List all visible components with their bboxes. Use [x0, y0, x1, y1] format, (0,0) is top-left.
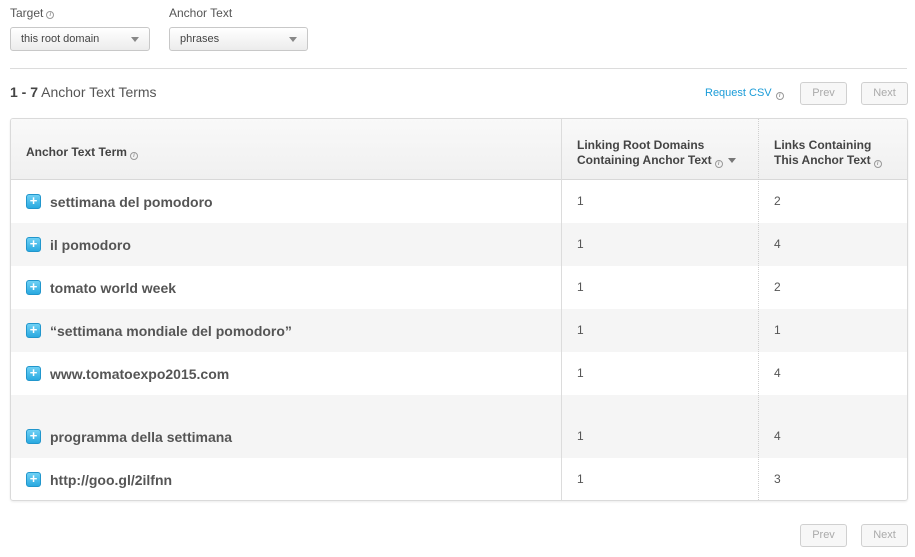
- target-label: Target i: [10, 6, 55, 20]
- linking-root-domains-value: 1: [577, 280, 584, 294]
- table-row: + “settimana mondiale del pomodoro” 1 1: [11, 309, 907, 352]
- links-containing-value: 2: [774, 194, 781, 208]
- anchor-text-term: “settimana mondiale del pomodoro”: [50, 323, 292, 339]
- next-button-top[interactable]: Next: [861, 82, 908, 105]
- expand-plus-icon[interactable]: +: [26, 237, 41, 252]
- anchor-text-label: Anchor Text: [169, 6, 233, 20]
- column-header-links-containing[interactable]: Links Containing This Anchor Text i: [774, 138, 882, 168]
- anchor-text-term: programma della settimana: [50, 429, 233, 445]
- anchor-text-term: il pomodoro: [50, 237, 131, 253]
- sort-descending-icon[interactable]: [727, 158, 736, 163]
- chevron-down-icon: [289, 37, 297, 42]
- prev-button-top[interactable]: Prev: [800, 82, 847, 105]
- links-containing-value: 4: [774, 237, 781, 251]
- table-row: + il pomodoro 1 4: [11, 223, 907, 266]
- linking-root-domains-value: 1: [577, 429, 584, 443]
- linking-root-domains-value: 1: [577, 194, 584, 208]
- links-containing-value: 1: [774, 323, 781, 337]
- prev-button-bottom[interactable]: Prev: [800, 524, 847, 547]
- links-containing-value: 3: [774, 472, 781, 486]
- links-containing-value: 2: [774, 280, 781, 294]
- expand-plus-icon[interactable]: +: [26, 429, 41, 444]
- links-containing-value: 4: [774, 429, 781, 443]
- column-divider: [758, 119, 759, 500]
- anchor-text-table: Anchor Text Term i Linking Root Domains C…: [10, 118, 908, 501]
- anchor-text-select[interactable]: phrases: [169, 27, 308, 51]
- request-csv-link[interactable]: Request CSV i: [705, 87, 784, 100]
- info-icon[interactable]: i: [775, 92, 784, 100]
- table-row: + settimana del pomodoro 1 2: [11, 180, 907, 223]
- table-row: + tomato world week 1 2: [11, 266, 907, 309]
- row-spacer: [11, 395, 907, 415]
- chevron-down-icon: [131, 37, 139, 42]
- anchor-text-term: settimana del pomodoro: [50, 194, 213, 210]
- anchor-text-term: http://goo.gl/2ilfnn: [50, 472, 173, 488]
- info-icon[interactable]: i: [46, 11, 55, 19]
- table-row: + programma della settimana 1 4: [11, 415, 907, 458]
- column-header-linking-root-domains[interactable]: Linking Root Domains Containing Anchor T…: [577, 138, 736, 168]
- linking-root-domains-value: 1: [577, 237, 584, 251]
- table-row: + http://goo.gl/2ilfnn 1 3: [11, 458, 907, 500]
- linking-root-domains-value: 1: [577, 323, 584, 337]
- next-button-bottom[interactable]: Next: [861, 524, 908, 547]
- expand-plus-icon[interactable]: +: [26, 472, 41, 487]
- anchor-text-term: www.tomatoexpo2015.com: [50, 366, 230, 382]
- expand-plus-icon[interactable]: +: [26, 280, 41, 295]
- table-row: + www.tomatoexpo2015.com 1 4: [11, 352, 907, 395]
- expand-plus-icon[interactable]: +: [26, 366, 41, 381]
- info-icon[interactable]: i: [873, 160, 882, 168]
- links-containing-value: 4: [774, 366, 781, 380]
- expand-plus-icon[interactable]: +: [26, 323, 41, 338]
- info-icon[interactable]: i: [714, 160, 723, 168]
- column-divider: [561, 119, 562, 500]
- info-icon[interactable]: i: [129, 152, 138, 160]
- column-header-term[interactable]: Anchor Text Term i: [26, 145, 138, 160]
- linking-root-domains-value: 1: [577, 472, 584, 486]
- anchor-text-term: tomato world week: [50, 280, 177, 296]
- target-select[interactable]: this root domain: [10, 27, 150, 51]
- divider: [10, 68, 907, 69]
- linking-root-domains-value: 1: [577, 366, 584, 380]
- expand-plus-icon[interactable]: +: [26, 194, 41, 209]
- results-count: 1 - 7 Anchor Text Terms: [10, 84, 157, 100]
- table-header: Anchor Text Term i Linking Root Domains C…: [11, 119, 907, 180]
